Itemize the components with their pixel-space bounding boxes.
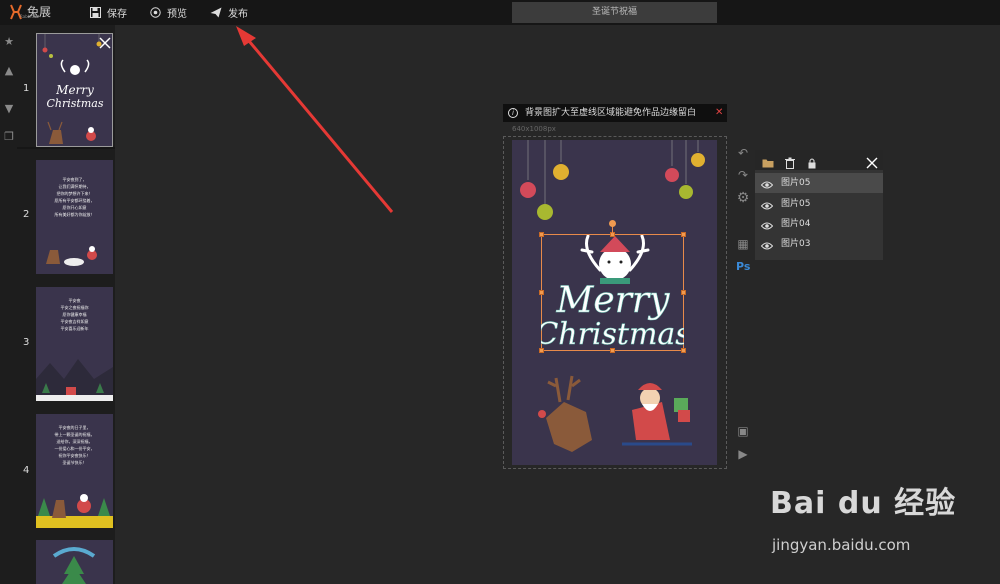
ornament-green	[537, 204, 553, 220]
resize-handle-se[interactable]	[681, 348, 686, 353]
resize-handle-w[interactable]	[539, 290, 544, 295]
baidu-watermark: Bai du 经验 jingyan.baidu.com	[770, 478, 957, 554]
eye-icon[interactable]	[760, 219, 774, 230]
folder-icon[interactable]	[762, 154, 774, 168]
layer-row[interactable]: 图片05	[755, 194, 883, 214]
layers-panel: 图片05 图片05 图片04 图片03	[755, 150, 883, 260]
play-icon[interactable]: ▶	[736, 447, 750, 461]
ornament-red	[520, 182, 536, 198]
eye-icon[interactable]	[760, 178, 774, 189]
ornament-yellow	[691, 153, 705, 167]
layer-name: 图片04	[781, 219, 811, 229]
resize-handle-sw[interactable]	[539, 348, 544, 353]
redo-icon[interactable]: ↷	[736, 168, 750, 182]
layers-header	[755, 150, 883, 170]
canvas-dimensions: 640x1008px	[512, 125, 556, 133]
grid-icon[interactable]: ▦	[736, 237, 750, 251]
resize-handle-nw[interactable]	[539, 232, 544, 237]
watermark-url: jingyan.baidu.com	[772, 536, 911, 554]
layer-row[interactable]: 图片03	[755, 234, 883, 254]
gear-icon[interactable]: ⚙	[736, 191, 750, 205]
headline-christmas: Christmas	[541, 317, 684, 351]
close-tip-button[interactable]: ✕	[715, 104, 723, 122]
layer-name: 图片05	[781, 199, 811, 209]
layer-name: 图片05	[781, 178, 811, 188]
eye-icon[interactable]	[760, 239, 774, 250]
resize-handle-ne[interactable]	[681, 232, 686, 237]
eye-icon[interactable]	[760, 199, 774, 210]
rotate-stem	[612, 226, 613, 234]
tip-text: 背景图扩大至虚线区域能避免作品边缘留白	[525, 108, 697, 118]
info-icon: i	[508, 108, 518, 118]
lock-icon[interactable]	[806, 154, 818, 169]
trash-icon[interactable]	[784, 154, 796, 169]
layer-row[interactable]: 图片05	[755, 173, 883, 193]
layer-name: 图片03	[781, 239, 811, 249]
headline-artwork: Merry Christmas	[541, 280, 684, 351]
ornament-red	[665, 168, 679, 182]
ornament-green	[679, 185, 693, 199]
resize-handle-e[interactable]	[681, 290, 686, 295]
close-icon[interactable]	[866, 154, 878, 169]
layer-row[interactable]: 图片04	[755, 214, 883, 234]
edge-tip-banner: i 背景图扩大至虚线区域能避免作品边缘留白 ✕	[503, 104, 727, 122]
ornament-yellow	[553, 164, 569, 180]
floppy-disk-icon[interactable]: ▣	[736, 424, 750, 438]
reindeer	[546, 402, 592, 452]
headline-merry: Merry	[556, 280, 671, 321]
resize-handle-s[interactable]	[610, 348, 615, 353]
selected-element[interactable]: Merry Christmas	[541, 234, 684, 351]
rotate-handle[interactable]	[609, 220, 616, 227]
watermark-main: Bai du 经验	[770, 486, 957, 521]
undo-icon[interactable]: ↶	[736, 146, 750, 160]
photoshop-icon[interactable]: Ps	[736, 260, 750, 274]
